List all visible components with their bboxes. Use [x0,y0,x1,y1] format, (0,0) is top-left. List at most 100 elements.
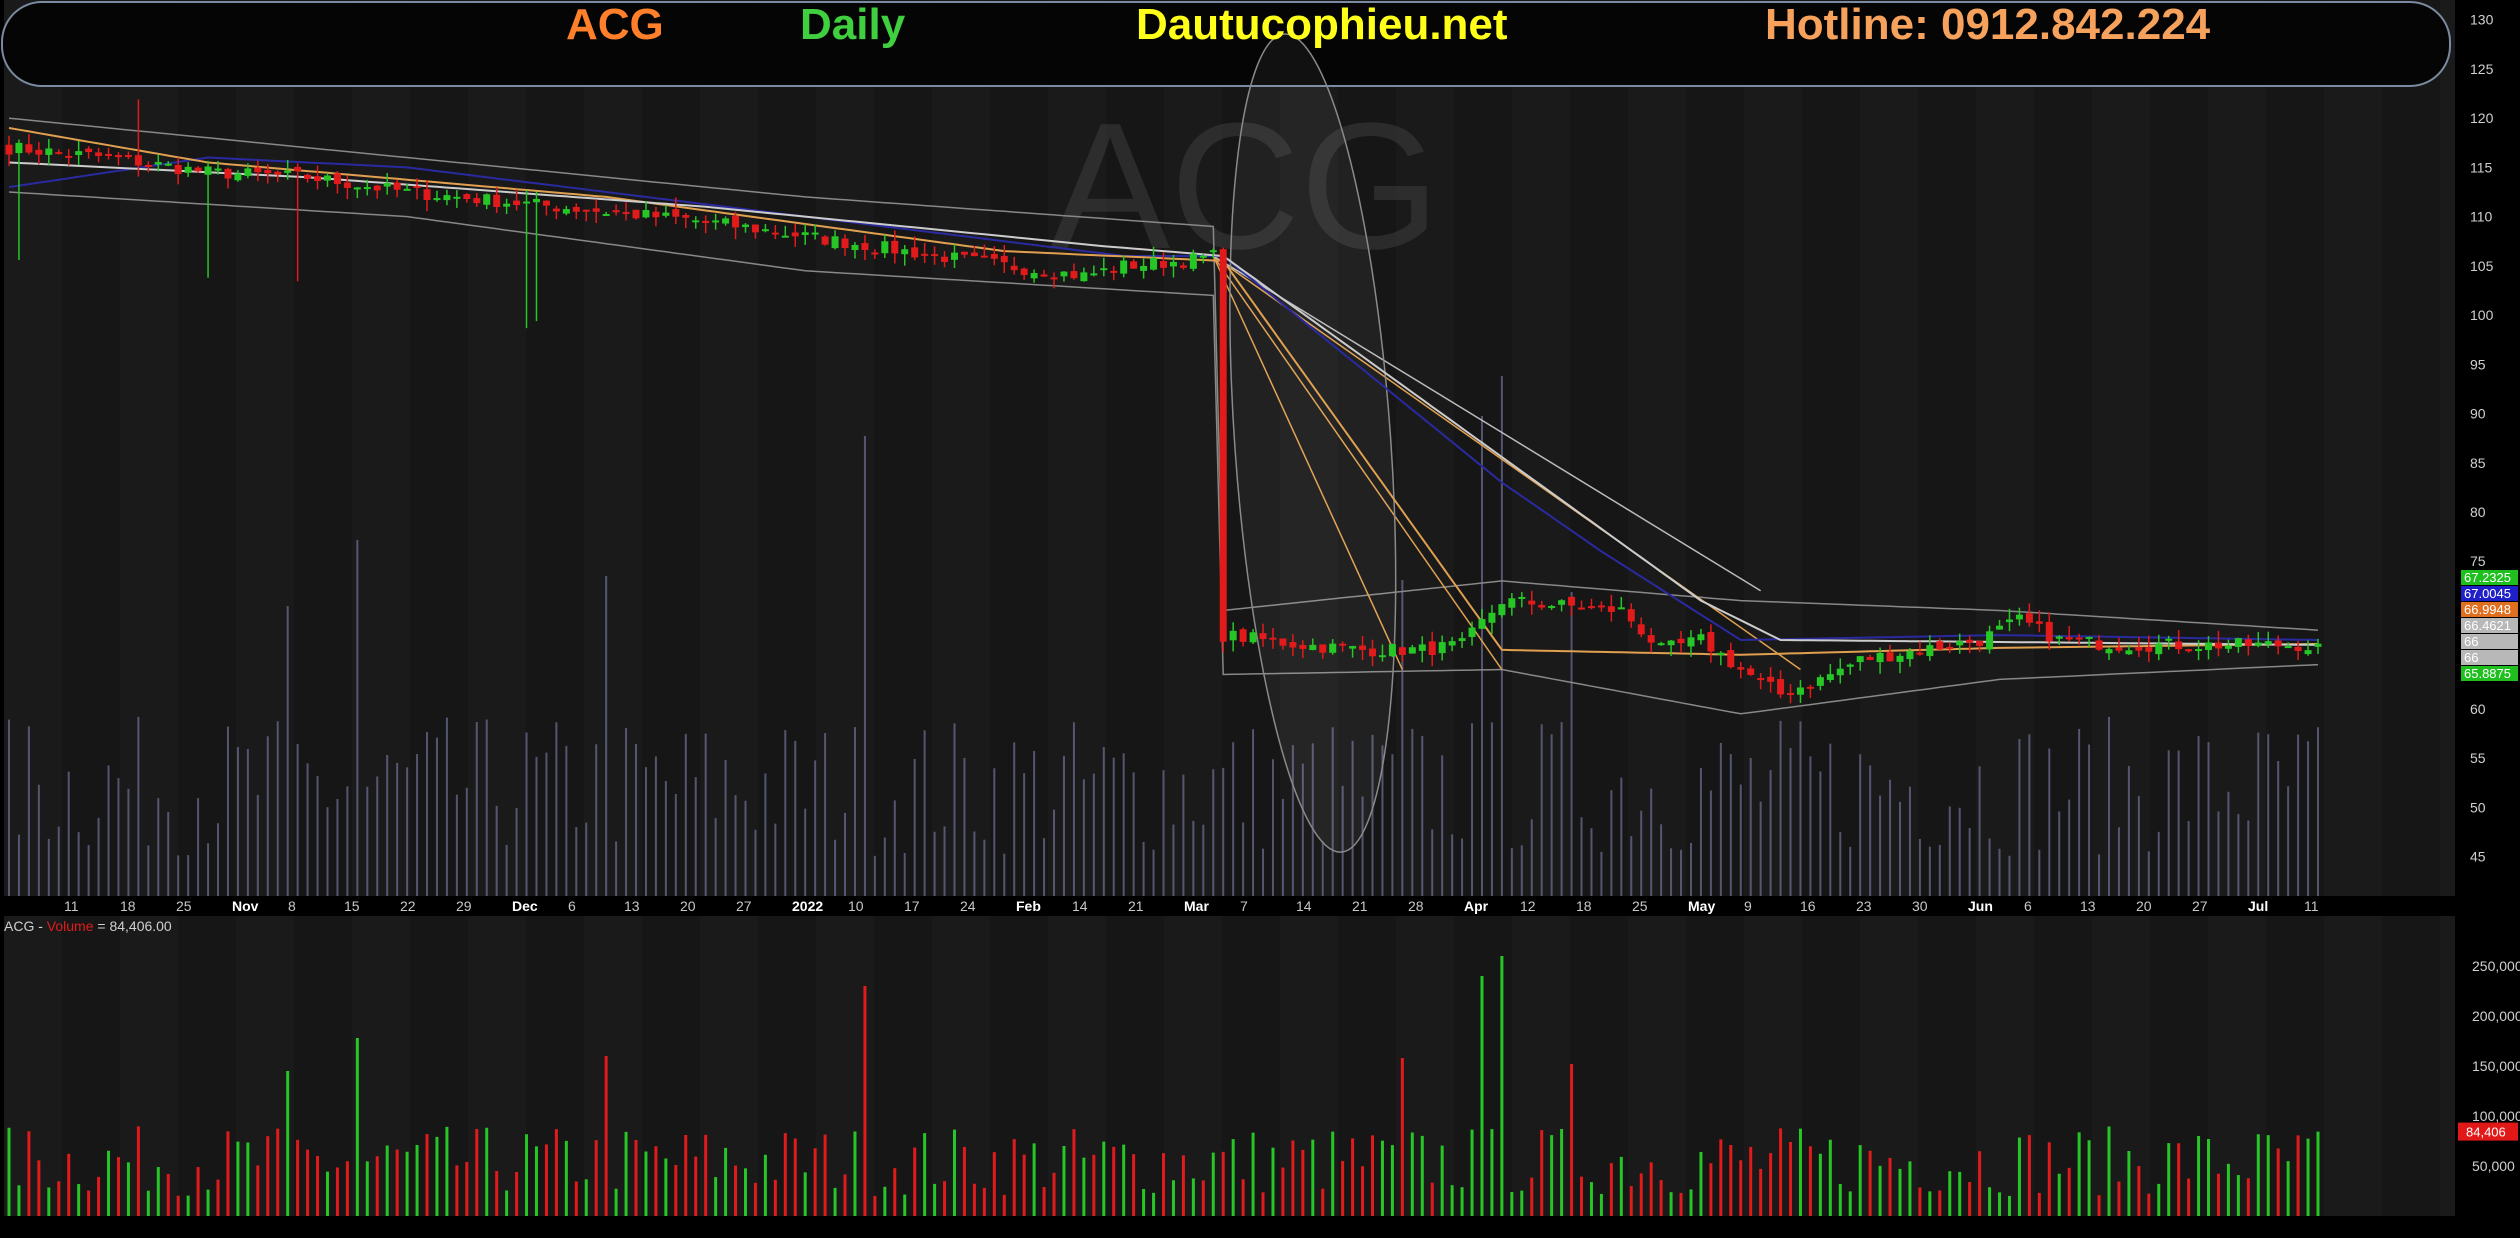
candle-body [1617,607,1625,610]
candle-body [105,153,113,156]
date-axis-tick: 9 [1744,898,1752,914]
candle-body [1737,667,1745,670]
candle-body [2055,636,2063,639]
candle-body [941,256,949,262]
candle-body [124,155,132,158]
candle-body [1289,642,1297,648]
candle-body [2314,643,2322,647]
candle-body [513,200,521,205]
candle-body [1508,598,1516,608]
candle-body [55,152,63,155]
candle-body [572,207,580,212]
candle-body [1627,609,1635,622]
candle-body [811,232,819,235]
candle-body [1169,261,1177,267]
candle-body [1050,277,1058,280]
candle-body [1349,646,1357,649]
price-panel-stripe [526,0,584,896]
date-axis-tick: 10 [848,898,864,914]
candle-body [264,169,272,174]
volume-panel-stripe [294,916,352,1216]
price-panel-stripe [1454,0,1512,896]
candle-body [333,173,341,184]
candle-body [1906,650,1914,660]
candle-body [1428,641,1436,655]
candle-body [791,232,799,237]
candle-body [463,194,471,199]
candle-body [2224,645,2232,649]
candle-body [801,232,809,235]
date-axis-tick: 24 [960,898,976,914]
candle-body [523,201,531,204]
candle-body [1219,249,1227,642]
price-panel-stripe [2034,0,2092,896]
date-axis-tick: 12 [1520,898,1536,914]
candle-body [194,167,202,172]
date-axis-tick: 23 [1856,898,1872,914]
date-axis-tick: 27 [2192,898,2208,914]
candle-body [702,220,710,223]
candle-body [642,210,650,218]
candle-body [65,155,73,158]
price-axis-tick: 115 [2470,159,2493,175]
candle-body [1996,625,2004,630]
candle-body [592,208,600,212]
candle-body [532,198,540,203]
candle-body [1767,676,1775,682]
candle-body [164,163,172,166]
candle-body [1269,637,1277,640]
candle-body [652,211,660,218]
candle-body [1578,607,1586,610]
candle-body [1309,644,1317,651]
candle-body [1498,604,1506,616]
candle-body [2035,621,2043,624]
volume-panel-stripe [990,916,1048,1216]
stock-chart: ACG4550556065707580859095100105110115120… [0,0,2520,1238]
candle-body [2304,650,2312,655]
candle-body [632,209,640,219]
candle-body [1120,260,1128,274]
candle-body [2095,640,2103,650]
date-axis-tick: 21 [1352,898,1368,914]
candle-body [2125,650,2133,655]
volume-panel-stripe [410,916,468,1216]
candle-body [2214,642,2222,649]
candle-body [1538,604,1546,608]
candle-body [2195,649,2203,652]
candle-body [1587,606,1595,609]
candle-body [1030,273,1038,279]
candle-body [184,166,192,173]
candle-body [712,220,720,223]
price-panel-stripe [1918,0,1976,896]
candle-body [1418,644,1426,651]
candle-body [552,208,560,212]
candle-body [562,209,570,214]
volume-panel-stripe [2266,916,2324,1216]
candle-body [960,251,968,255]
candle-body [314,176,322,181]
price-axis-tick: 45 [2470,849,2486,865]
candle-body [15,142,23,154]
candle-body [2175,641,2183,650]
candle-body [582,209,590,212]
candle-body [114,154,122,158]
date-axis-tick: 13 [624,898,640,914]
candle-body [1010,265,1018,271]
candle-body [383,183,391,187]
volume-axis-tick: 150,000 [2472,1058,2520,1074]
candle-body [2165,638,2173,641]
price-axis-tick: 50 [2470,799,2486,815]
candle-body [741,224,749,228]
candle-body [1856,656,1864,663]
candle-body [771,232,779,235]
date-axis-tick: 16 [1800,898,1816,914]
price-label-text: 66 [2464,650,2478,665]
candle-body [433,198,441,201]
volume-axis-tick: 100,000 [2472,1108,2520,1124]
price-axis-tick: 120 [2470,110,2494,126]
volume-panel-stripe [62,916,120,1216]
date-axis-tick: Jun [1968,898,1993,914]
candle-body [1707,632,1715,652]
candle-body [1806,686,1814,689]
candle-body [503,203,511,207]
